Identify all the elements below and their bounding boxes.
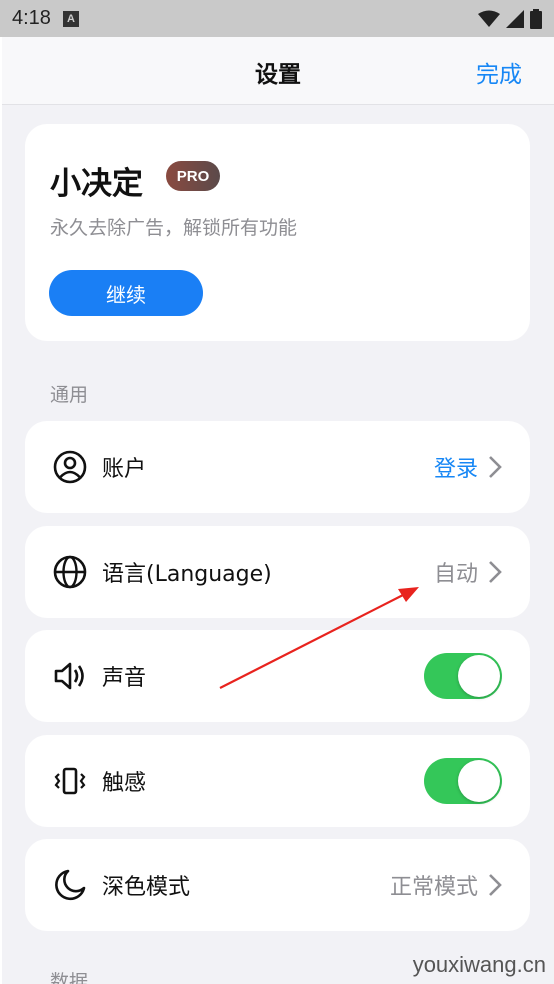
row-label-sound: 声音 <box>102 666 147 691</box>
row-label-dark-mode: 深色模式 <box>102 875 191 900</box>
battery-icon <box>530 8 542 29</box>
dark-mode-value: 正常模式 <box>389 875 478 900</box>
page-title: 设置 <box>255 62 301 88</box>
pro-upgrade-card: 小决定 PRO 永久去除广告，解锁所有功能 继续 <box>25 124 530 341</box>
person-circle-icon <box>53 450 87 484</box>
signal-icon <box>506 9 524 28</box>
status-time: 4:18 <box>12 7 51 29</box>
sound-toggle[interactable] <box>424 653 502 699</box>
vibration-icon <box>53 764 87 798</box>
globe-icon <box>53 555 87 589</box>
pro-description: 永久去除广告，解锁所有功能 <box>50 217 298 239</box>
moon-icon <box>53 868 87 902</box>
navigation-bar: 设置 完成 <box>2 37 554 105</box>
section-label-data: 数据 <box>50 971 89 984</box>
settings-row-sound: 声音 <box>25 630 530 722</box>
pro-badge: PRO <box>166 161 220 191</box>
row-label-account: 账户 <box>102 457 147 482</box>
row-label-haptics: 触感 <box>102 771 147 796</box>
chevron-right-icon <box>489 874 502 896</box>
row-label-language: 语言(Language) <box>102 562 272 587</box>
settings-row-haptics: 触感 <box>25 735 530 827</box>
haptics-toggle[interactable] <box>424 758 502 804</box>
continue-button[interactable]: 继续 <box>49 270 203 316</box>
settings-screen: 设置 完成 小决定 PRO 永久去除广告，解锁所有功能 继续 通用 账户 登录 <box>2 37 554 984</box>
notification-a-icon: A <box>62 10 79 27</box>
login-link[interactable]: 登录 <box>434 451 478 483</box>
settings-row-language[interactable]: 语言(Language) 自动 <box>25 526 530 618</box>
watermark: youxiwang.cn <box>412 952 546 977</box>
app-name: 小决定 <box>50 166 143 202</box>
chevron-right-icon <box>489 456 502 478</box>
speaker-icon <box>53 659 87 693</box>
chevron-right-icon <box>489 561 502 583</box>
language-value: 自动 <box>433 562 478 587</box>
section-label-general: 通用 <box>50 384 89 406</box>
settings-row-account[interactable]: 账户 登录 <box>25 421 530 513</box>
wifi-icon <box>478 10 500 27</box>
settings-row-dark-mode[interactable]: 深色模式 正常模式 <box>25 839 530 931</box>
done-button[interactable]: 完成 <box>476 55 522 89</box>
status-bar: 4:18 A <box>0 0 554 37</box>
